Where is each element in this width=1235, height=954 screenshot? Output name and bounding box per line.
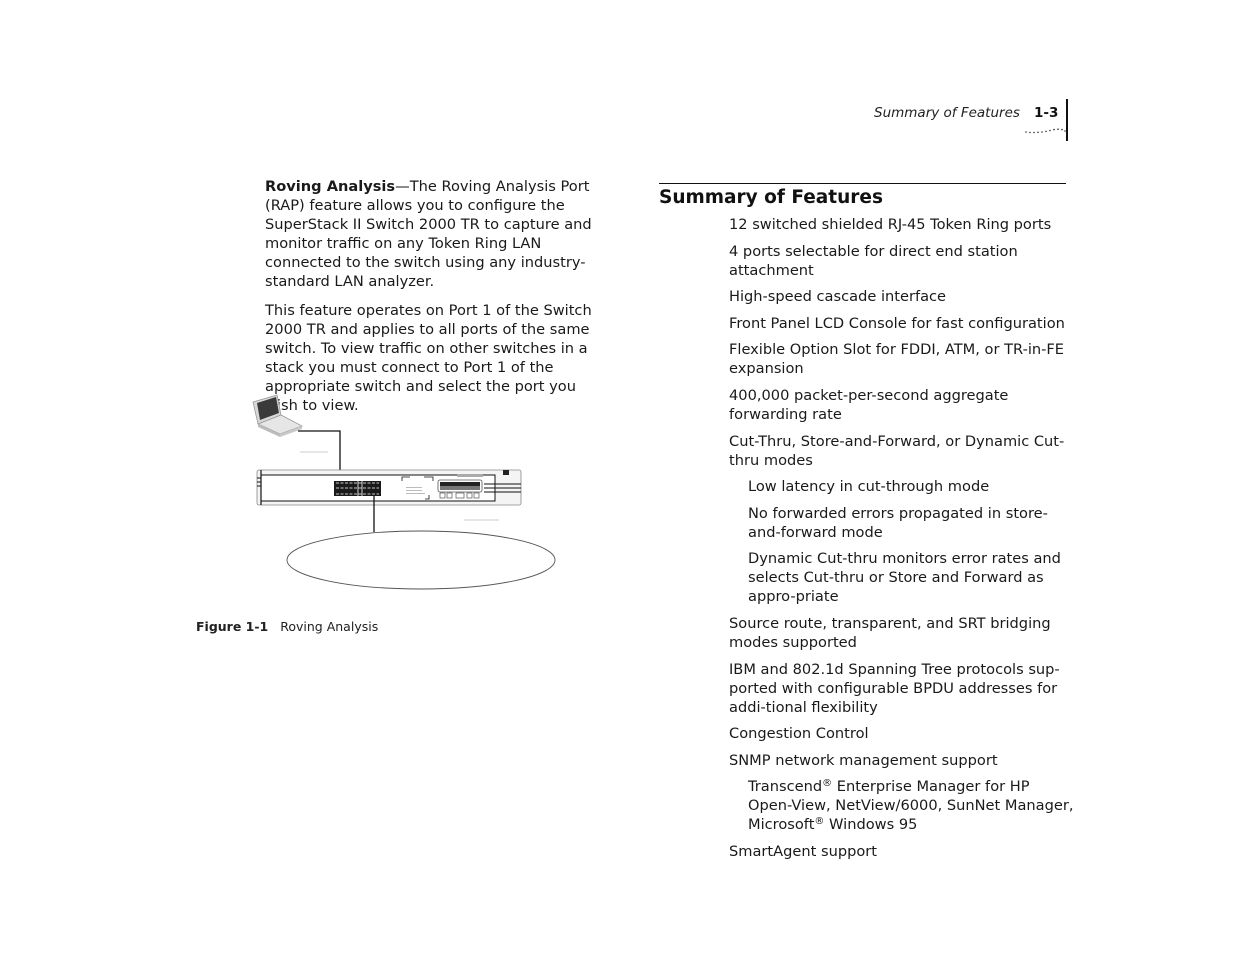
feature-item: IBM and 802.1d Spanning Tree protocols s… bbox=[729, 660, 1060, 716]
feature-item: Flexible Option Slot for FDDI, ATM, or T… bbox=[729, 341, 1065, 378]
registered-mark: ® bbox=[814, 816, 825, 828]
figure-caption: Figure 1-1 Roving Analysis bbox=[196, 619, 378, 634]
feature-subitem: No forwarded errors propagated in store-… bbox=[748, 504, 1048, 541]
feature-item: 400,000 packet-per-second aggregate forw… bbox=[729, 386, 1009, 423]
section-title: Summary of Features bbox=[659, 187, 883, 208]
left-column: Roving Analysis—The Roving Analysis Port… bbox=[265, 177, 610, 424]
feature-item: Front Panel LCD Console for fast configu… bbox=[729, 314, 1065, 332]
feature-subitem: Dynamic Cut-thru monitors error rates an… bbox=[748, 550, 1061, 606]
roving-analysis-figure bbox=[252, 394, 556, 590]
figure-caption-text: Roving Analysis bbox=[280, 619, 379, 634]
section-rule bbox=[659, 183, 1066, 184]
laptop-icon bbox=[252, 394, 303, 437]
feature-item: SNMP network management support bbox=[729, 751, 998, 769]
features-list: 12 switched shielded RJ-45 Token Ring po… bbox=[729, 215, 1074, 869]
running-head: Summary of Features bbox=[874, 105, 1020, 121]
roving-analysis-lead: Roving Analysis bbox=[265, 178, 396, 195]
token-ring-lan-ellipse bbox=[286, 530, 556, 590]
feature-item: 12 switched shielded RJ-45 Token Ring po… bbox=[729, 216, 1052, 233]
feature-item: High-speed cascade interface bbox=[729, 288, 947, 306]
registered-mark: ® bbox=[822, 778, 833, 790]
figure-number: Figure 1-1 bbox=[196, 619, 269, 634]
feature-item: SmartAgent support bbox=[729, 842, 878, 860]
feature-item: Source route, transparent, and SRT bridg… bbox=[729, 614, 1051, 651]
feature-subitem: Low latency in cut-through mode bbox=[748, 478, 990, 496]
page-number: 1-3 bbox=[1034, 105, 1059, 121]
feature-item: Cut-Thru, Store-and-Forward, or Dynamic … bbox=[729, 432, 1065, 469]
roving-analysis-paragraph: Roving Analysis—The Roving Analysis Port… bbox=[265, 177, 610, 292]
feature-item: 4 ports selectable for direct end statio… bbox=[729, 242, 1018, 279]
switch-front-panel bbox=[256, 469, 522, 506]
feature-item: Congestion Control bbox=[729, 725, 869, 743]
feature-subitem: Transcend® Enterprise Manager for HP Ope… bbox=[748, 778, 1074, 834]
page-tab-dots-decoration bbox=[1025, 128, 1066, 134]
